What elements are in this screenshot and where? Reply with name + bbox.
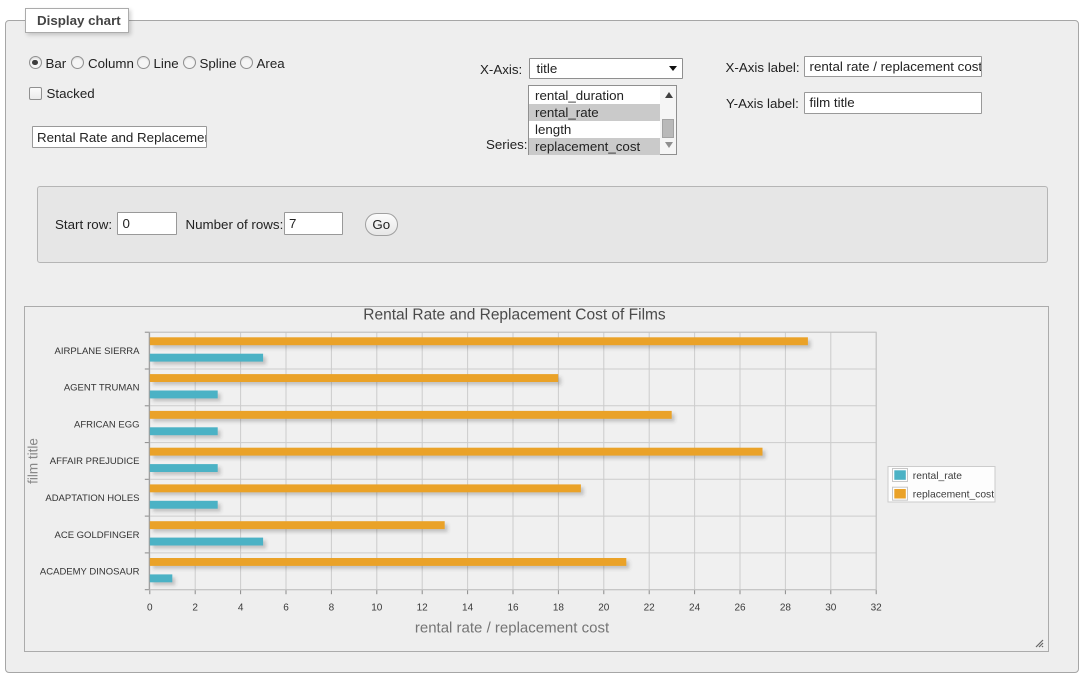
svg-text:24: 24	[689, 602, 701, 613]
svg-text:30: 30	[825, 602, 837, 613]
svg-text:ACADEMY DINOSAUR: ACADEMY DINOSAUR	[40, 567, 140, 578]
svg-text:AIRPLANE SIERRA: AIRPLANE SIERRA	[55, 346, 141, 357]
svg-text:rental_rate: rental_rate	[913, 471, 963, 482]
svg-text:16: 16	[507, 602, 519, 613]
svg-text:32: 32	[871, 602, 883, 613]
svg-text:20: 20	[598, 602, 610, 613]
svg-text:AFFAIR PREJUDICE: AFFAIR PREJUDICE	[50, 456, 140, 467]
svg-text:12: 12	[417, 602, 429, 613]
svg-text:AFRICAN EGG: AFRICAN EGG	[74, 420, 139, 431]
svg-text:4: 4	[238, 602, 244, 613]
svg-text:AGENT TRUMAN: AGENT TRUMAN	[64, 383, 140, 394]
svg-text:6: 6	[283, 602, 289, 613]
svg-text:10: 10	[371, 602, 383, 613]
svg-text:Rental Rate and Replacement Co: Rental Rate and Replacement Cost of Film…	[363, 307, 666, 324]
svg-text:replacement_cost: replacement_cost	[913, 490, 994, 501]
svg-text:2: 2	[192, 602, 198, 613]
svg-text:film title: film title	[26, 438, 41, 484]
svg-text:28: 28	[780, 602, 792, 613]
svg-text:rental rate / replacement cost: rental rate / replacement cost	[415, 619, 610, 636]
svg-text:8: 8	[329, 602, 335, 613]
svg-text:22: 22	[644, 602, 656, 613]
svg-text:26: 26	[734, 602, 746, 613]
svg-text:ADAPTATION HOLES: ADAPTATION HOLES	[45, 493, 139, 504]
svg-text:0: 0	[147, 602, 153, 613]
svg-text:14: 14	[462, 602, 474, 613]
svg-text:18: 18	[553, 602, 565, 613]
svg-text:ACE GOLDFINGER: ACE GOLDFINGER	[55, 530, 140, 541]
